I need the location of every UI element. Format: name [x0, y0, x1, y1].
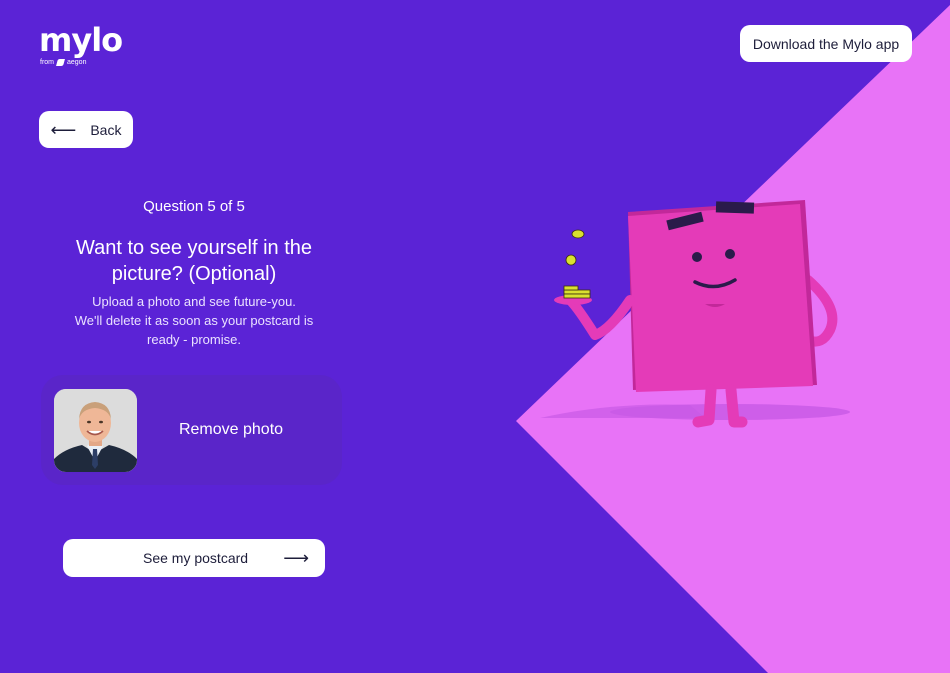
- back-button[interactable]: ⟵ Back: [39, 111, 133, 148]
- see-my-postcard-button[interactable]: See my postcard ⟶: [63, 539, 325, 577]
- pink-mascot-illustration: [540, 200, 850, 428]
- uploaded-photo-card: Remove photo: [41, 375, 342, 485]
- mylo-logo[interactable]: mylo from aegon: [39, 21, 123, 66]
- question-description: Upload a photo and see future-you. We'll…: [39, 292, 349, 349]
- arrow-left-icon: ⟵: [50, 119, 77, 140]
- logo-partner-text: aegon: [67, 59, 87, 66]
- description-line-2: We'll delete it as soon as your postcard…: [74, 313, 314, 328]
- download-app-button[interactable]: Download the Mylo app: [740, 25, 912, 62]
- description-line-1: Upload a photo and see future-you.: [92, 294, 296, 309]
- uploaded-photo-thumbnail: [54, 389, 137, 472]
- logo-wordmark: mylo: [39, 21, 123, 59]
- question-title-line-1: Want to see yourself in the: [75, 237, 313, 259]
- arrow-right-icon: ⟶: [283, 548, 309, 568]
- person-photo-icon: [54, 389, 137, 472]
- question-title-line-2: picture? (Optional): [111, 263, 277, 285]
- logo-from-text: from: [40, 59, 54, 66]
- remove-photo-button[interactable]: Remove photo: [151, 415, 311, 445]
- back-button-label: Back: [90, 121, 122, 138]
- aegon-mark-icon: [56, 59, 65, 66]
- question-counter: Question 5 of 5: [143, 198, 245, 215]
- logo-subline: from aegon: [40, 59, 122, 66]
- see-my-postcard-label: See my postcard: [143, 550, 249, 566]
- description-line-3: ready - promise.: [147, 332, 241, 347]
- question-title: Want to see yourself in the picture? (Op…: [39, 235, 349, 287]
